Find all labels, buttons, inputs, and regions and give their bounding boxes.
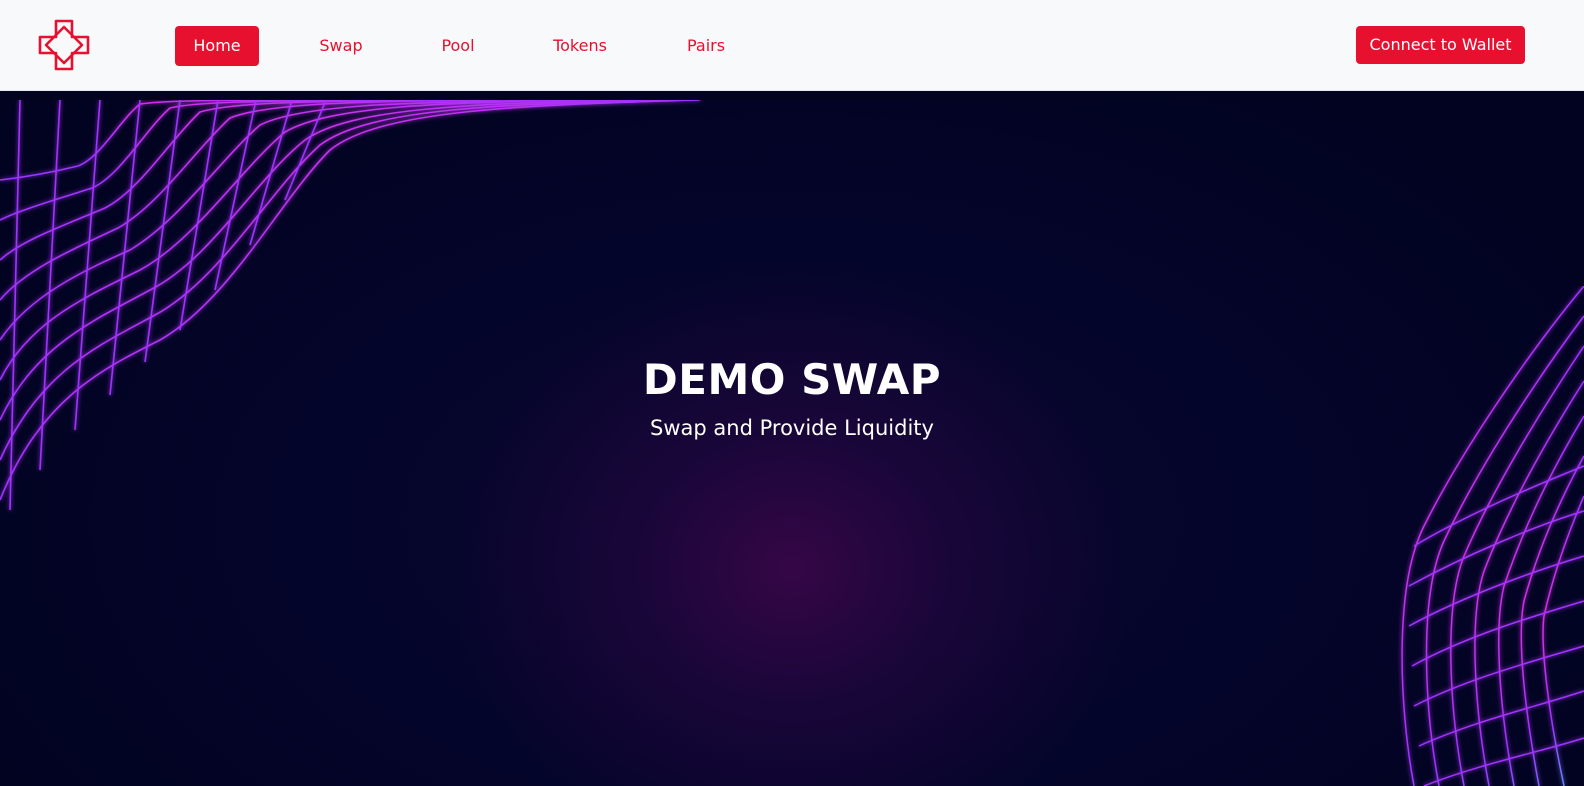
wave-mesh-left xyxy=(0,100,701,511)
nav-tokens[interactable]: Tokens xyxy=(542,26,618,66)
nav-swap[interactable]: Swap xyxy=(309,26,373,66)
hero-subtitle: Swap and Provide Liquidity xyxy=(650,416,934,440)
top-navbar: Home Swap Pool Tokens Pairs Connect to W… xyxy=(0,0,1584,91)
hero-title: DEMO SWAP xyxy=(642,355,942,404)
connect-wallet-button[interactable]: Connect to Wallet xyxy=(1356,26,1525,64)
nav-pairs[interactable]: Pairs xyxy=(678,26,734,66)
hero-section: DEMO SWAP Swap and Provide Liquidity xyxy=(0,100,1584,786)
nav-pool[interactable]: Pool xyxy=(430,26,486,66)
cross-logo-icon[interactable] xyxy=(38,19,90,71)
nav-home[interactable]: Home xyxy=(175,26,259,66)
